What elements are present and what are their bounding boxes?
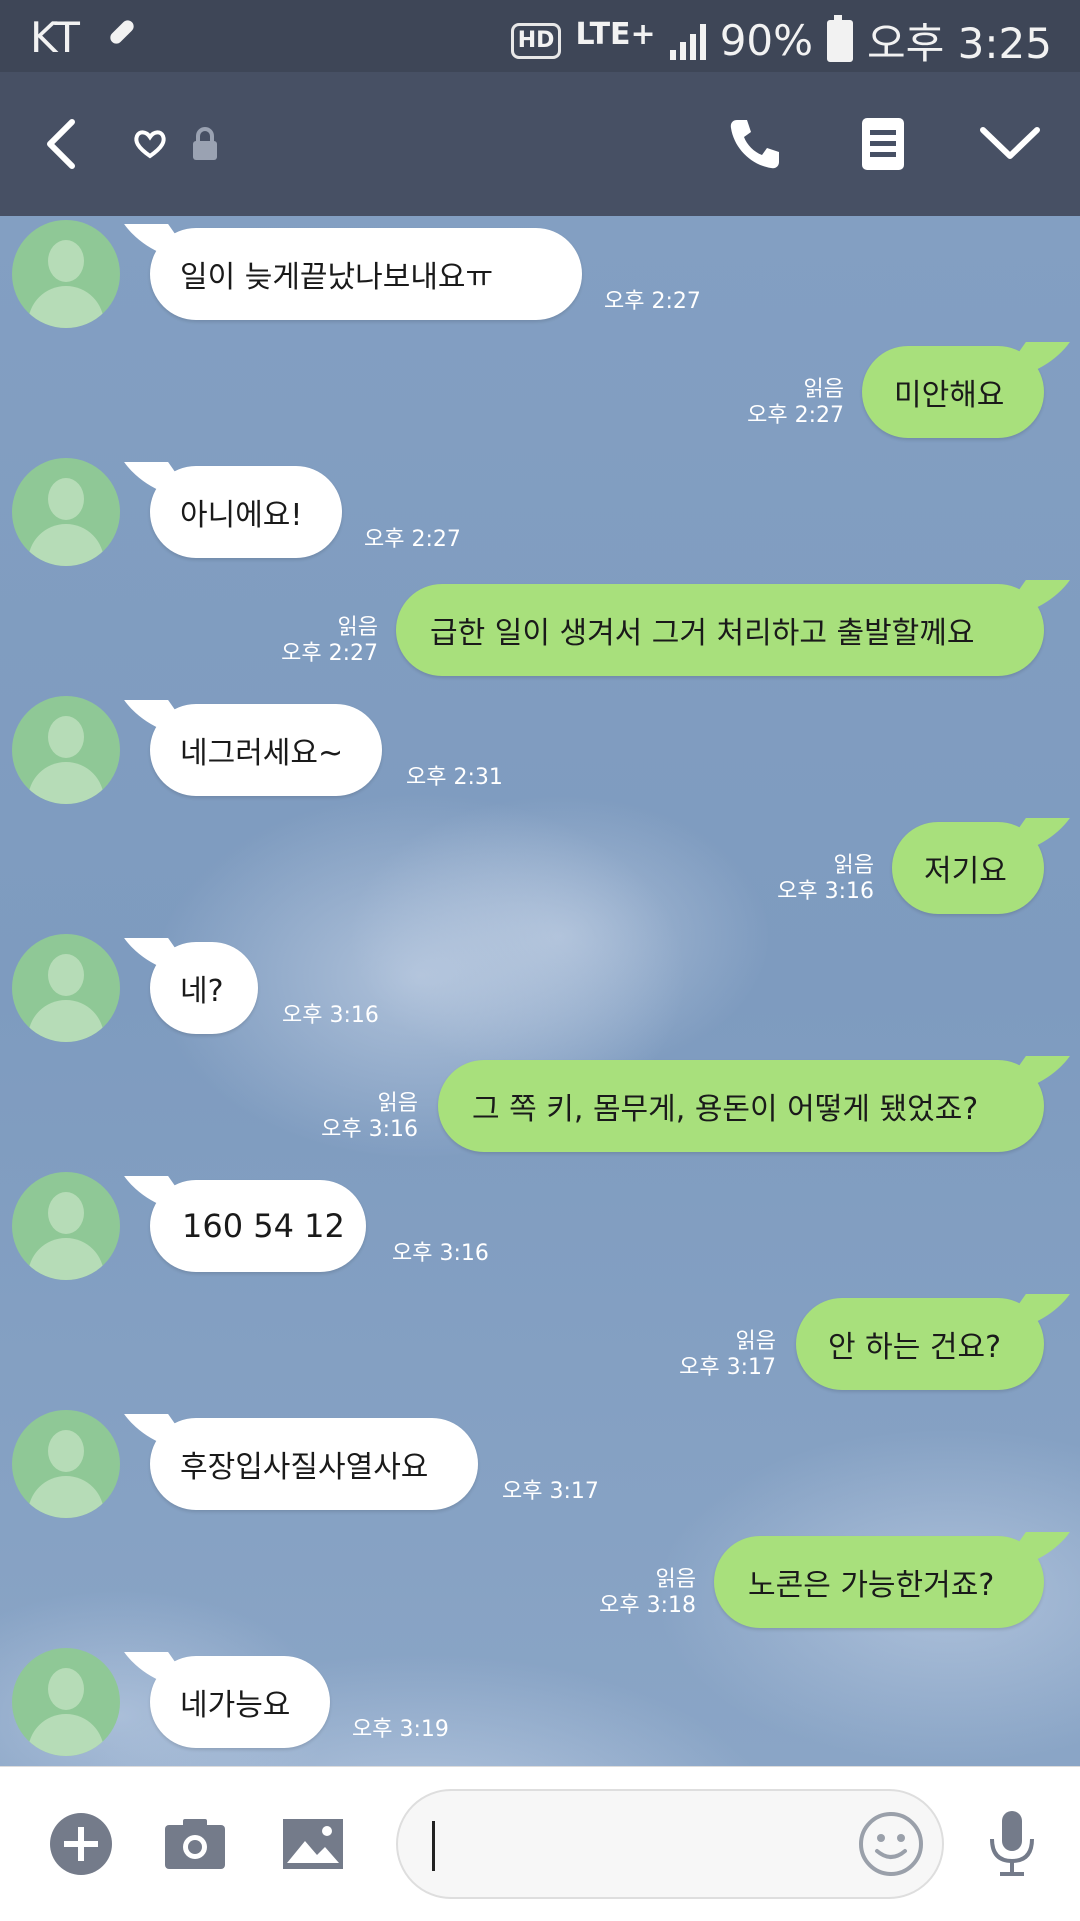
message-bubble-outgoing[interactable]: 급한 일이 생겨서 그거 처리하고 출발할께요 <box>396 584 1044 676</box>
read-status: 읽음 <box>833 853 874 878</box>
read-status: 읽음 <box>377 1091 418 1116</box>
message-bubble-incoming[interactable]: 네? <box>150 942 258 1034</box>
message-text: 저기요 <box>924 854 1007 889</box>
chevron-down-icon[interactable] <box>978 72 1042 216</box>
carrier-label: KT <box>30 12 80 62</box>
message-time: 오후 2:27 <box>281 641 378 666</box>
message-time: 오후 2:27 <box>747 403 844 428</box>
avatar[interactable] <box>12 1410 120 1518</box>
plus-icon[interactable] <box>48 1767 114 1921</box>
avatar[interactable] <box>12 1172 120 1280</box>
message-text: 네가능요 <box>180 1688 291 1723</box>
message-bubble-outgoing[interactable]: 미안해요 <box>862 346 1044 438</box>
status-bar: KT HD LTE+ 90% 오후 3:25 <box>0 0 1080 72</box>
read-status: 읽음 <box>337 615 378 640</box>
hd-badge: HD <box>510 22 562 59</box>
read-status: 읽음 <box>655 1567 696 1592</box>
message-time: 오후 3:16 <box>777 879 874 904</box>
message-time: 오후 3:19 <box>352 1717 449 1742</box>
message-text: 노콘은 가능한거죠? <box>748 1568 995 1603</box>
text-caret <box>432 1821 435 1871</box>
message-time: 오후 2:27 <box>364 527 461 552</box>
chat-header <box>0 72 1080 216</box>
message-text: 아니에요! <box>180 498 303 533</box>
message-text: 미안해요 <box>894 378 1005 413</box>
read-status: 읽음 <box>803 377 844 402</box>
message-text: 일이 늦게끝났나보내요ㅠ <box>180 260 494 295</box>
message-text: 후장입사질사열사요 <box>180 1450 429 1485</box>
menu-icon[interactable] <box>858 72 908 216</box>
message-text: 네그러세요~ <box>180 736 344 771</box>
signal-icon <box>669 22 706 60</box>
message-text: 네? <box>180 974 224 1009</box>
message-time: 오후 3:18 <box>599 1593 696 1618</box>
chat-area[interactable]: 일이 늦게끝났나보내요ㅠ 오후 2:27 읽음 오후 2:27 미안해요 아니에… <box>0 216 1080 1766</box>
message-bubble-outgoing[interactable]: 저기요 <box>892 822 1044 914</box>
message-time: 오후 3:17 <box>502 1479 599 1504</box>
message-text: 급한 일이 생겨서 그거 처리하고 출발할께요 <box>430 616 975 651</box>
mic-icon[interactable] <box>986 1767 1038 1921</box>
message-bubble-incoming[interactable]: 네그러세요~ <box>150 704 382 796</box>
avatar[interactable] <box>12 696 120 804</box>
avatar[interactable] <box>12 220 120 328</box>
message-bubble-outgoing[interactable]: 안 하는 건요? <box>796 1298 1044 1390</box>
lock-icon <box>188 72 222 216</box>
image-icon[interactable] <box>280 1767 346 1921</box>
message-input[interactable] <box>428 1811 832 1879</box>
message-time: 오후 2:27 <box>604 289 701 314</box>
message-time: 오후 3:16 <box>282 1003 379 1028</box>
message-time: 오후 3:16 <box>392 1241 489 1266</box>
message-time: 오후 3:17 <box>679 1355 776 1380</box>
heart-icon <box>130 72 170 216</box>
message-bubble-incoming[interactable]: 네가능요 <box>150 1656 330 1748</box>
camera-icon[interactable] <box>162 1767 228 1921</box>
phone-icon[interactable] <box>722 72 788 216</box>
back-icon[interactable] <box>30 72 90 216</box>
avatar[interactable] <box>12 1648 120 1756</box>
message-bubble-incoming[interactable]: 아니에요! <box>150 466 342 558</box>
bandage-icon <box>102 12 142 62</box>
message-time: 오후 2:31 <box>406 765 503 790</box>
message-text: 안 하는 건요? <box>828 1330 1001 1365</box>
battery-percent: 90% <box>719 16 814 65</box>
message-bubble-outgoing[interactable]: 그 쪽 키, 몸무게, 용돈이 어떻게 됐었죠? <box>438 1060 1044 1152</box>
emoji-icon[interactable] <box>856 1767 926 1921</box>
clock: 오후 3:25 <box>867 19 1052 68</box>
message-text: 160 54 12 <box>182 1207 345 1245</box>
message-bubble-outgoing[interactable]: 노콘은 가능한거죠? <box>714 1536 1044 1628</box>
network-type: LTE+ <box>575 17 656 52</box>
message-bubble-incoming[interactable]: 일이 늦게끝났나보내요ㅠ <box>150 228 582 320</box>
read-status: 읽음 <box>735 1329 776 1354</box>
message-bubble-incoming[interactable]: 160 54 12 <box>150 1180 366 1272</box>
avatar[interactable] <box>12 458 120 566</box>
message-time: 오후 3:16 <box>321 1117 418 1142</box>
battery-icon <box>827 14 854 62</box>
message-bubble-incoming[interactable]: 후장입사질사열사요 <box>150 1418 478 1510</box>
avatar[interactable] <box>12 934 120 1042</box>
message-text: 그 쪽 키, 몸무게, 용돈이 어떻게 됐었죠? <box>472 1092 979 1127</box>
input-bar <box>0 1766 1080 1921</box>
